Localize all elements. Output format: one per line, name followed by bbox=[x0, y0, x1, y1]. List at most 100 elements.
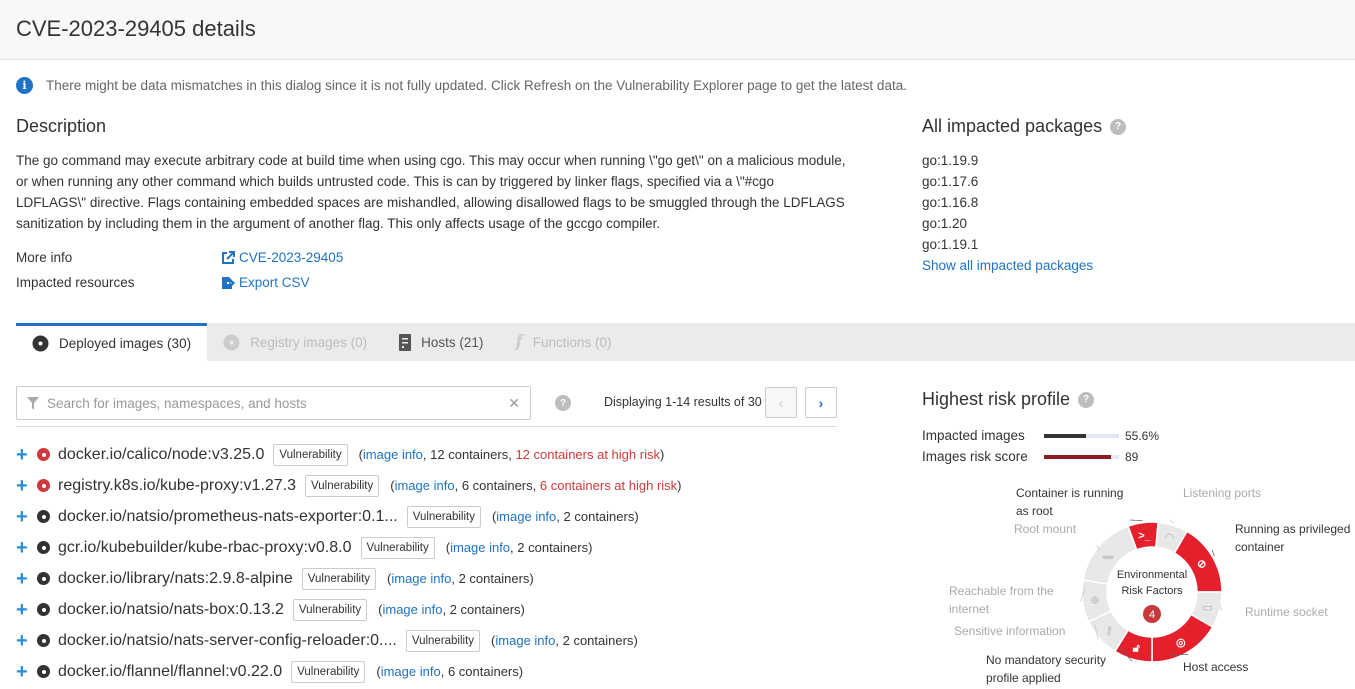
impacted-resources-label: Impacted resources bbox=[16, 275, 135, 290]
image-info-link[interactable]: image info bbox=[496, 509, 556, 524]
impacted-images-fill bbox=[1044, 433, 1086, 438]
risk-bars: Impacted images 55.6% Images risk score … bbox=[922, 425, 1159, 467]
package-item: go:1.16.8 bbox=[922, 195, 979, 210]
more-info-label: More info bbox=[16, 250, 73, 265]
vulnerability-badge: Vulnerability bbox=[405, 629, 481, 652]
image-info-link[interactable]: image info bbox=[363, 447, 423, 462]
risk-factor-label: Container is running bbox=[1016, 486, 1123, 500]
image-row: + docker.io/library/nats:2.9.8-alpine Vuln… bbox=[16, 563, 682, 594]
cve-link[interactable]: CVE-2023-29405 bbox=[221, 250, 343, 265]
socket-icon: ▭ bbox=[1202, 602, 1212, 614]
wifi-icon: ◠ bbox=[1164, 532, 1174, 544]
vulnerability-badge: Vulnerability bbox=[360, 536, 435, 559]
container-count: 2 containers bbox=[517, 540, 589, 555]
filter-icon bbox=[27, 396, 39, 410]
next-page-button[interactable]: › bbox=[805, 387, 837, 418]
tab-functions[interactable]: f Functions (0) bbox=[499, 323, 627, 361]
data-mismatch-notice: i There might be data mismatches in this… bbox=[16, 77, 907, 94]
expand-icon[interactable]: + bbox=[16, 507, 36, 527]
risk-score-bar bbox=[1044, 454, 1119, 459]
expand-icon[interactable]: + bbox=[16, 662, 36, 682]
expand-icon[interactable]: + bbox=[16, 445, 36, 465]
impacted-images-bar bbox=[1044, 433, 1119, 438]
unlock-icon: 🔓︎ bbox=[1133, 642, 1140, 654]
image-row: + docker.io/natsio/prometheus-nats-export… bbox=[16, 501, 682, 532]
severity-icon bbox=[37, 572, 50, 585]
image-icon bbox=[32, 335, 49, 352]
packages-title: All impacted packages ? bbox=[922, 116, 1127, 137]
expand-icon[interactable]: + bbox=[16, 600, 36, 620]
leader-line bbox=[1169, 519, 1174, 524]
dialog-title: CVE-2023-29405 details bbox=[16, 16, 256, 41]
expand-icon[interactable]: + bbox=[16, 476, 36, 496]
risk-factor-label: Runtime socket bbox=[1245, 605, 1328, 619]
clear-search-icon[interactable]: ✕ bbox=[508, 395, 520, 412]
export-csv-link[interactable]: Export CSV bbox=[221, 275, 310, 290]
expand-icon[interactable]: + bbox=[16, 569, 36, 589]
image-meta: (image info, 2 containers) bbox=[378, 602, 525, 617]
dialog-header: CVE-2023-29405 details bbox=[0, 0, 1355, 60]
image-name: docker.io/library/nats:2.9.8-alpine bbox=[58, 569, 293, 587]
package-item: go:1.20 bbox=[922, 216, 968, 231]
image-name: gcr.io/kubebuilder/kube-rbac-proxy:v0.8.… bbox=[58, 538, 352, 556]
export-icon bbox=[222, 276, 235, 289]
container-count: 2 containers bbox=[563, 509, 635, 524]
container-count: 2 containers bbox=[458, 571, 530, 586]
package-item: go:1.19.9 bbox=[922, 153, 979, 168]
risk-factor-label: Listening ports bbox=[1183, 486, 1261, 500]
image-row: + docker.io/natsio/nats-box:0.13.2 Vulnera… bbox=[16, 594, 682, 625]
image-row: + gcr.io/kubebuilder/kube-rbac-proxy:v0.8… bbox=[16, 532, 682, 563]
description-title: Description bbox=[16, 116, 107, 136]
image-info-link[interactable]: image info bbox=[395, 478, 455, 493]
expand-icon[interactable]: + bbox=[16, 631, 36, 651]
image-name: docker.io/calico/node:v3.25.0 bbox=[58, 445, 265, 463]
list-divider bbox=[16, 426, 837, 427]
help-icon[interactable]: ? bbox=[1078, 391, 1095, 408]
severity-icon bbox=[37, 510, 50, 523]
vulnerability-badge: Vulnerability bbox=[273, 443, 348, 466]
image-info-link[interactable]: image info bbox=[391, 571, 451, 586]
resource-tabs: Deployed images (30) Registry images (0)… bbox=[16, 323, 1355, 361]
risk-factor-label: internet bbox=[949, 602, 990, 616]
globe-icon: ⊕ bbox=[1090, 595, 1099, 607]
severity-icon bbox=[37, 603, 50, 616]
risk-factor-label: as root bbox=[1016, 504, 1053, 518]
chevron-left-icon: ‹ bbox=[778, 394, 784, 411]
tab-registry-images[interactable]: Registry images (0) bbox=[207, 323, 383, 361]
risk-factor-label: container bbox=[1235, 540, 1284, 554]
severity-icon bbox=[37, 634, 50, 647]
image-list: + docker.io/calico/node:v3.25.0 Vulnerabil… bbox=[16, 439, 682, 687]
image-row: + docker.io/natsio/nats-server-config-rel… bbox=[16, 625, 682, 656]
image-info-link[interactable]: image info bbox=[382, 602, 442, 617]
risk-count: 4 bbox=[1149, 609, 1155, 621]
help-icon[interactable]: ? bbox=[1110, 118, 1127, 135]
image-info-link[interactable]: image info bbox=[495, 633, 555, 648]
risk-score-metric: Images risk score 89 bbox=[922, 449, 1139, 464]
container-count: 6 containers bbox=[447, 664, 519, 679]
tab-hosts[interactable]: Hosts (21) bbox=[383, 323, 499, 361]
folder-icon: ▬ bbox=[1102, 550, 1113, 562]
risk-factor-label: Root mount bbox=[1014, 522, 1077, 536]
risk-score-fill bbox=[1044, 454, 1111, 459]
image-search: ✕ bbox=[16, 386, 531, 420]
expand-icon[interactable]: + bbox=[16, 538, 36, 558]
risk-factor-label: profile applied bbox=[986, 671, 1061, 685]
vulnerability-badge: Vulnerability bbox=[291, 660, 366, 683]
image-info-link[interactable]: image info bbox=[450, 540, 510, 555]
image-info-link[interactable]: image info bbox=[381, 664, 441, 679]
vulnerability-badge: Vulnerability bbox=[406, 505, 481, 528]
server-icon bbox=[399, 333, 412, 351]
donut-center-title: Environmental bbox=[1117, 569, 1187, 581]
tab-deployed-images[interactable]: Deployed images (30) bbox=[16, 323, 208, 361]
container-count: 6 containers bbox=[461, 478, 533, 493]
search-input[interactable] bbox=[47, 395, 509, 411]
show-all-packages-link[interactable]: Show all impacted packages bbox=[922, 255, 1093, 276]
image-name: docker.io/flannel/flannel:v0.22.0 bbox=[58, 662, 283, 680]
eye-slash-icon: ⊘ bbox=[1197, 558, 1206, 570]
vulnerability-badge: Vulnerability bbox=[301, 567, 377, 590]
info-icon: i bbox=[16, 77, 33, 94]
pagination-status: Displaying 1-14 results of 30 bbox=[604, 395, 762, 409]
search-help-icon[interactable]: ? bbox=[555, 395, 571, 411]
container-count: 12 containers bbox=[430, 447, 509, 462]
previous-page-button[interactable]: ‹ bbox=[765, 387, 797, 418]
